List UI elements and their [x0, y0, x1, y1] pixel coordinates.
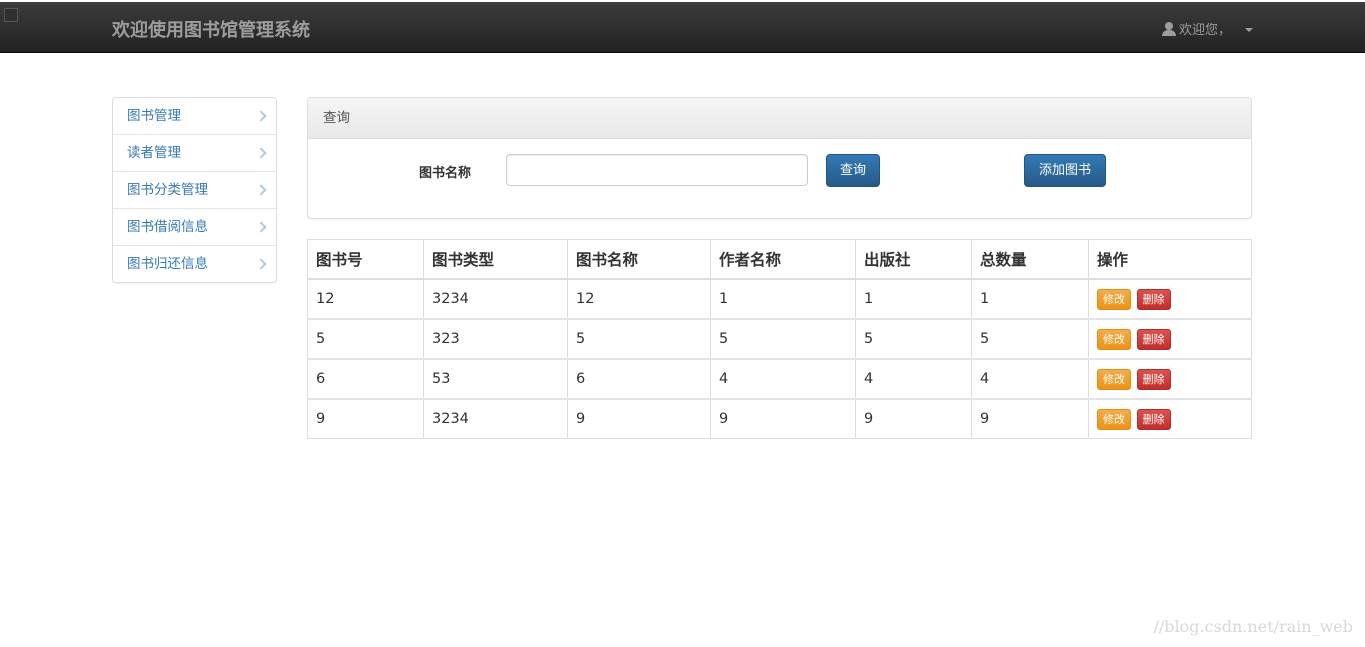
cell-book-id: 9 — [307, 398, 424, 439]
table-row: 9 3234 9 9 9 9 修改 删除 — [307, 398, 1252, 439]
cell-book-id: 6 — [307, 358, 424, 400]
cell-publisher: 5 — [855, 318, 972, 360]
column-header-total: 总数量 — [971, 239, 1089, 280]
sidebar-item-label: 图书分类管理 — [127, 182, 208, 198]
books-table: 图书号 图书类型 图书名称 作者名称 出版社 总数量 操作 12 3234 12… — [307, 239, 1252, 439]
sidebar-item-label: 图书管理 — [127, 108, 181, 124]
table-row: 6 53 6 4 4 4 修改 删除 — [307, 358, 1252, 400]
search-button[interactable]: 查询 — [826, 154, 880, 187]
cell-author: 5 — [710, 318, 856, 360]
query-panel: 查询 图书名称 查询 添加图书 — [307, 97, 1252, 219]
cell-author: 1 — [710, 278, 856, 320]
caret-down-icon — [1245, 27, 1253, 32]
cell-book-id: 12 — [307, 278, 424, 320]
cell-actions: 修改 删除 — [1088, 278, 1252, 320]
cell-total: 1 — [971, 278, 1089, 320]
column-header-book-id: 图书号 — [307, 239, 424, 280]
query-panel-title: 查询 — [308, 98, 1251, 139]
add-book-button[interactable]: 添加图书 — [1024, 154, 1106, 187]
column-header-author: 作者名称 — [710, 239, 856, 280]
cell-publisher: 4 — [855, 358, 972, 400]
delete-button[interactable]: 删除 — [1136, 408, 1171, 430]
book-name-label: 图书名称 — [419, 166, 472, 181]
cell-publisher: 9 — [855, 398, 972, 439]
chevron-right-icon — [255, 110, 267, 122]
delete-button[interactable]: 删除 — [1136, 328, 1171, 350]
cell-actions: 修改 删除 — [1088, 318, 1252, 360]
sidebar-item-label: 图书归还信息 — [127, 256, 208, 272]
sidebar-item-label: 读者管理 — [127, 145, 181, 161]
delete-button[interactable]: 删除 — [1136, 288, 1171, 310]
sidebar-nav: 图书管理 读者管理 图书分类管理 图书借阅信息 图书归还信息 — [112, 97, 277, 283]
column-header-actions: 操作 — [1088, 239, 1252, 280]
edit-button[interactable]: 修改 — [1097, 368, 1131, 390]
chevron-right-icon — [255, 184, 267, 196]
sidebar-item-category-management[interactable]: 图书分类管理 — [113, 172, 276, 209]
sidebar-item-return-info[interactable]: 图书归还信息 — [113, 246, 276, 282]
chevron-right-icon — [255, 258, 267, 270]
book-name-input[interactable] — [506, 154, 808, 186]
chevron-right-icon — [255, 147, 267, 159]
cell-actions: 修改 删除 — [1088, 358, 1252, 400]
cell-book-type: 53 — [423, 358, 568, 400]
watermark-text: //blog.csdn.net/rain_web — [1153, 617, 1353, 636]
column-header-book-type: 图书类型 — [423, 239, 568, 280]
table-header-row: 图书号 图书类型 图书名称 作者名称 出版社 总数量 操作 — [307, 239, 1252, 280]
cell-book-type: 3234 — [423, 398, 568, 439]
cell-author: 4 — [710, 358, 856, 400]
table-row: 5 323 5 5 5 5 修改 删除 — [307, 318, 1252, 360]
brand-title[interactable]: 欢迎使用图书馆管理系统 — [112, 16, 310, 42]
sidebar-item-borrow-info[interactable]: 图书借阅信息 — [113, 209, 276, 246]
column-header-book-name: 图书名称 — [567, 239, 711, 280]
chevron-right-icon — [255, 221, 267, 233]
delete-button[interactable]: 删除 — [1136, 368, 1171, 390]
user-greeting: 欢迎您， — [1178, 23, 1231, 38]
cell-total: 5 — [971, 318, 1089, 360]
table-row: 12 3234 12 1 1 1 修改 删除 — [307, 278, 1252, 320]
user-menu-dropdown[interactable]: 欢迎您， — [1161, 19, 1253, 38]
cell-book-id: 5 — [307, 318, 424, 360]
cell-book-name: 12 — [567, 278, 711, 320]
cell-actions: 修改 删除 — [1088, 398, 1252, 439]
user-icon — [1161, 21, 1176, 36]
cell-author: 9 — [710, 398, 856, 439]
cell-book-name: 9 — [567, 398, 711, 439]
sidebar-item-label: 图书借阅信息 — [127, 219, 208, 235]
edit-button[interactable]: 修改 — [1097, 328, 1131, 350]
edit-button[interactable]: 修改 — [1097, 408, 1131, 430]
cell-book-name: 5 — [567, 318, 711, 360]
cell-publisher: 1 — [855, 278, 972, 320]
cell-total: 4 — [971, 358, 1089, 400]
sidebar-item-reader-management[interactable]: 读者管理 — [113, 135, 276, 172]
sidebar-item-book-management[interactable]: 图书管理 — [113, 98, 276, 135]
column-header-publisher: 出版社 — [855, 239, 972, 280]
cell-total: 9 — [971, 398, 1089, 439]
edit-button[interactable]: 修改 — [1097, 288, 1131, 310]
cell-book-name: 6 — [567, 358, 711, 400]
top-navbar: 欢迎使用图书馆管理系统 欢迎您， — [0, 2, 1365, 53]
cell-book-type: 3234 — [423, 278, 568, 320]
cell-book-type: 323 — [423, 318, 568, 360]
window-corner-icon — [4, 8, 18, 22]
